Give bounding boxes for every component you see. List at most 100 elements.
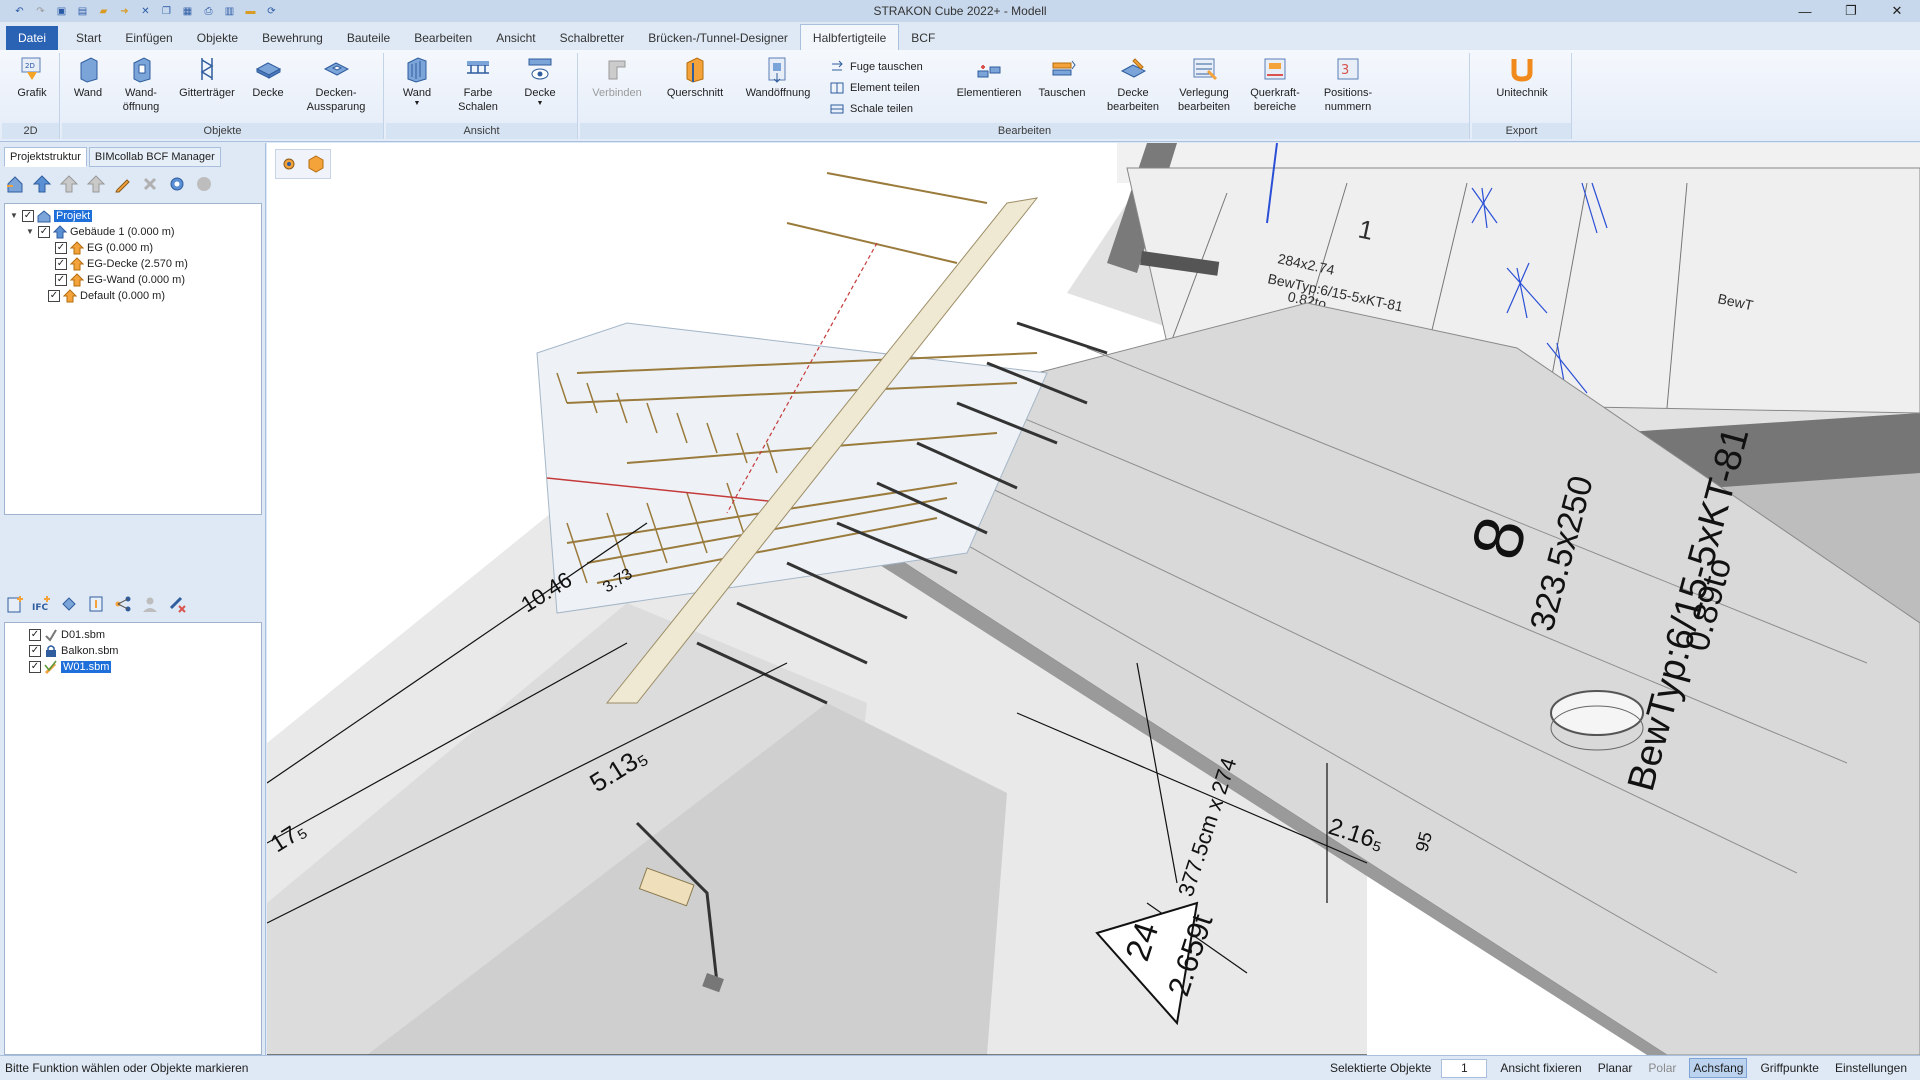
- save-icon[interactable]: ▣: [54, 4, 69, 19]
- file-item-d01[interactable]: ✓ D01.sbm: [29, 627, 105, 642]
- tree-item-projekt[interactable]: ▼ ✓ Projekt: [9, 208, 93, 223]
- decke-bearbeiten-button[interactable]: Decke bearbeiten: [1102, 55, 1164, 114]
- export-icon[interactable]: ➜: [117, 4, 132, 19]
- tab-bewehrung[interactable]: Bewehrung: [250, 26, 335, 50]
- tab-objekte[interactable]: Objekte: [185, 26, 250, 50]
- tab-bauteile[interactable]: Bauteile: [335, 26, 402, 50]
- layers-icon[interactable]: [193, 173, 215, 195]
- level-up-icon[interactable]: [31, 173, 53, 195]
- checkbox[interactable]: ✓: [38, 225, 50, 238]
- checkbox[interactable]: ✓: [29, 628, 41, 641]
- planar-toggle[interactable]: Planar: [1595, 1059, 1636, 1077]
- file-item-w01[interactable]: ✓ W01.sbm: [29, 659, 112, 674]
- copy-icon[interactable]: ❐: [159, 4, 174, 19]
- checkbox[interactable]: ✓: [29, 644, 41, 657]
- folder-icon[interactable]: ▬: [243, 4, 258, 19]
- achsfang-toggle[interactable]: Achsfang: [1689, 1058, 1748, 1078]
- save-all-icon[interactable]: ▤: [75, 4, 90, 19]
- grafik-button[interactable]: 2D Grafik: [10, 55, 54, 100]
- ifc-import-icon[interactable]: IFC: [31, 593, 53, 615]
- wandoeffnung-button[interactable]: Wand- öffnung: [116, 55, 166, 114]
- tree-item-gebaeude[interactable]: ▼ ✓ Gebäude 1 (0.000 m): [25, 224, 175, 239]
- wandoeffnung2-label: Wandöffnung: [745, 87, 811, 99]
- checkbox[interactable]: ✓: [22, 209, 34, 222]
- model-scene[interactable]: 1 284x2.74 BewTyp:6/15-5xKT-81 0.82to Be…: [267, 143, 1920, 1055]
- tab-bcf[interactable]: BCF: [899, 26, 947, 50]
- tab-bimcollab-bcf-manager[interactable]: BIMcollab BCF Manager: [88, 147, 221, 167]
- tab-bearbeiten[interactable]: Bearbeiten: [402, 26, 484, 50]
- tree-item-default[interactable]: ✓ Default (0.000 m): [48, 288, 165, 303]
- unlink-icon[interactable]: [166, 593, 188, 615]
- querkraftbereiche-button[interactable]: Querkraft- bereiche: [1244, 55, 1306, 114]
- tab-bruecken-tunnel-designer[interactable]: Brücken-/Tunnel-Designer: [636, 26, 800, 50]
- share-icon[interactable]: [112, 593, 134, 615]
- tab-projektstruktur[interactable]: Projektstruktur: [4, 147, 87, 167]
- tab-datei[interactable]: Datei: [6, 26, 59, 50]
- fuge-tauschen-button[interactable]: Fuge tauschen: [830, 58, 923, 76]
- griffpunkte-toggle[interactable]: Griffpunkte: [1757, 1059, 1821, 1077]
- tree-item-eg-wand[interactable]: ✓ EG-Wand (0.000 m): [55, 272, 185, 287]
- ansicht-decke-button[interactable]: Decke ▼: [518, 55, 562, 108]
- wall-icon: [74, 55, 102, 83]
- deckenaussparung-button[interactable]: Decken- Aussparung: [298, 55, 374, 114]
- collapse-icon[interactable]: ▼: [25, 227, 35, 236]
- redo-icon[interactable]: ↷: [33, 4, 48, 19]
- elementieren-button[interactable]: Elementieren: [952, 55, 1026, 100]
- collapse-icon[interactable]: ▼: [9, 211, 19, 220]
- tauschen-button[interactable]: Tauschen: [1032, 55, 1092, 100]
- camera-settings-icon[interactable]: [279, 153, 301, 175]
- ansicht-fixieren-toggle[interactable]: Ansicht fixieren: [1497, 1059, 1584, 1077]
- level-up-disabled-icon[interactable]: [58, 173, 80, 195]
- open-icon[interactable]: ▰: [96, 4, 111, 19]
- tree-item-eg-decke[interactable]: ✓ EG-Decke (2.570 m): [55, 256, 188, 271]
- wandoeffnung2-button[interactable]: Wandöffnung: [740, 55, 816, 100]
- positionsnummern-button[interactable]: 3 Positions- nummern: [1314, 55, 1382, 114]
- user-icon[interactable]: [139, 593, 161, 615]
- gittertraeger-button[interactable]: Gitterträger: [174, 55, 240, 100]
- decke-button[interactable]: Decke: [248, 55, 288, 100]
- unitechnik-button[interactable]: Unitechnik: [1484, 55, 1560, 100]
- tree-item-eg[interactable]: ✓ EG (0.000 m): [55, 240, 153, 255]
- plan-icon[interactable]: ▥: [222, 4, 237, 19]
- undo-icon[interactable]: ↶: [12, 4, 27, 19]
- querschnitt-button[interactable]: Querschnitt: [662, 55, 728, 100]
- maximize-button[interactable]: ❐: [1828, 0, 1874, 22]
- delete-icon[interactable]: [139, 173, 161, 195]
- delete-icon[interactable]: ✕: [138, 4, 153, 19]
- add-model-icon[interactable]: [4, 593, 26, 615]
- minimize-button[interactable]: —: [1782, 0, 1828, 22]
- checkbox[interactable]: ✓: [48, 289, 60, 302]
- polar-toggle[interactable]: Polar: [1645, 1059, 1679, 1077]
- settings-icon[interactable]: [166, 173, 188, 195]
- tab-halbfertigteile[interactable]: Halbfertigteile: [799, 24, 900, 50]
- checkbox[interactable]: ✓: [55, 273, 67, 286]
- ansicht-wand-button[interactable]: Wand ▼: [396, 55, 438, 108]
- edit-icon[interactable]: [112, 173, 134, 195]
- new-building-icon[interactable]: [4, 173, 26, 195]
- wand-button[interactable]: Wand: [68, 55, 108, 100]
- checkbox[interactable]: ✓: [55, 257, 67, 270]
- checkbox[interactable]: ✓: [29, 660, 41, 673]
- 3d-viewport[interactable]: 1 284x2.74 BewTyp:6/15-5xKT-81 0.82to Be…: [267, 143, 1920, 1055]
- tab-schalbretter[interactable]: Schalbretter: [548, 26, 637, 50]
- element-teilen-button[interactable]: Element teilen: [830, 79, 920, 97]
- tab-einfuegen[interactable]: Einfügen: [113, 26, 184, 50]
- verlegung-bearbeiten-button[interactable]: Verlegung bearbeiten: [1172, 55, 1236, 114]
- element-split-icon: [830, 82, 844, 94]
- close-button[interactable]: ✕: [1874, 0, 1920, 22]
- schale-teilen-button[interactable]: Schale teilen: [830, 100, 913, 118]
- tab-ansicht[interactable]: Ansicht: [484, 26, 547, 50]
- layout-icon[interactable]: ▦: [180, 4, 195, 19]
- checkbox[interactable]: ✓: [55, 241, 67, 254]
- einstellungen-button[interactable]: Einstellungen: [1832, 1059, 1910, 1077]
- farbe-schalen-button[interactable]: Farbe Schalen: [450, 55, 506, 114]
- render-mode-icon[interactable]: [305, 153, 327, 175]
- file-item-balkon[interactable]: ✓ Balkon.sbm: [29, 643, 118, 658]
- print-icon[interactable]: ⎙: [201, 4, 216, 19]
- import-icon[interactable]: [85, 593, 107, 615]
- refresh-icon[interactable]: ⟳: [264, 4, 279, 19]
- sync-icon[interactable]: [58, 593, 80, 615]
- level-down-disabled-icon[interactable]: [85, 173, 107, 195]
- verbinden-button[interactable]: Verbinden: [588, 55, 646, 100]
- tab-start[interactable]: Start: [64, 26, 113, 50]
